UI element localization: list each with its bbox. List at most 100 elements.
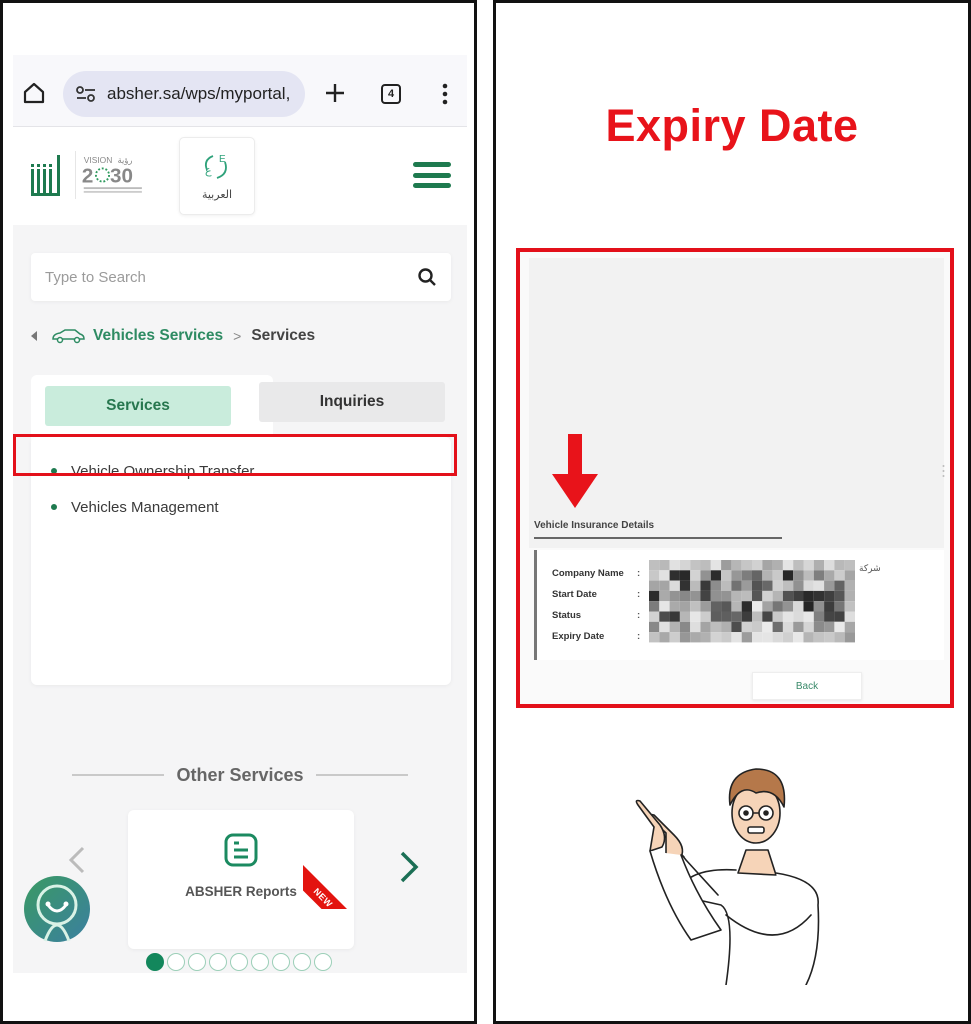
mosaic-cell [700,611,711,622]
mosaic-cell [772,632,783,643]
new-badge-label: NEW [311,886,335,909]
mosaic-cell [813,570,825,581]
chatbot-assistant-icon[interactable] [23,875,91,943]
mosaic-cell [752,580,763,591]
chevron-right-icon[interactable] [397,850,421,884]
hamburger-menu-icon[interactable] [413,162,451,188]
mosaic-cell [741,590,752,602]
mosaic-cell [669,570,680,581]
mosaic-cell [731,632,742,643]
tab-inquiries[interactable]: Inquiries [259,382,445,422]
mosaic-cell [793,632,804,643]
mosaic-cell [690,590,701,602]
mosaic-cell [813,560,825,571]
other-services-header: Other Services [13,763,467,787]
mosaic-cell [813,580,825,591]
mosaic-cell [741,632,752,643]
insurance-details-title: Vehicle Insurance Details [534,520,655,531]
mosaic-cell [844,590,855,602]
mosaic-cell [762,580,773,591]
tab-services[interactable]: Services [45,386,231,426]
pager-dot[interactable] [251,953,269,971]
browser-toolbar: absher.sa/wps/myportal, 4 [13,55,467,127]
pager-dot[interactable] [293,953,311,971]
divider [315,774,408,776]
mosaic-cell [741,601,752,612]
mosaic-cell [772,590,783,602]
mosaic-cell [834,611,845,622]
site-settings-icon[interactable] [75,85,97,103]
breadcrumb: Vehicles Services > Services [31,325,315,347]
mosaic-cell [813,632,825,643]
more-vert-icon[interactable] [439,83,451,105]
mosaic-cell [793,580,804,591]
mosaic-cell [669,590,680,602]
home-icon[interactable] [22,81,46,105]
mosaic-cell [762,601,773,612]
detail-label: Status [552,610,582,621]
detail-label: Company Name [552,568,624,579]
absher-logo[interactable] [29,153,67,197]
pager-dot[interactable] [230,953,248,971]
insurance-details-frame: Vehicle Insurance Details Company Name: … [516,248,954,708]
mosaic-cell [844,570,855,581]
pager-dot[interactable] [188,953,206,971]
mosaic-cell [669,632,680,643]
mosaic-cell [710,560,722,571]
mosaic-cell [844,580,855,591]
mosaic-cell [782,580,794,591]
pager-dot[interactable] [209,953,227,971]
mosaic-cell [669,601,680,612]
title-underline [534,537,782,539]
language-toggle-button[interactable]: E ع العربية [179,137,255,215]
mosaic-cell [649,601,660,612]
mosaic-cell [690,580,701,591]
mosaic-cell [793,590,804,602]
detail-label: Expiry Date [552,631,605,642]
mosaic-cell [741,611,752,622]
mosaic-cell [782,601,794,612]
mosaic-cell [731,560,742,571]
mosaic-cell [690,621,701,633]
pager-dot[interactable] [272,953,290,971]
mosaic-cell [700,590,711,602]
redacted-values-mosaic [649,560,855,643]
chevron-left-icon[interactable] [65,845,89,875]
search-input[interactable] [45,268,417,286]
mosaic-cell [659,632,670,643]
highlight-box-vehicles-management [13,434,457,476]
pager-dot[interactable] [314,953,332,971]
search-field[interactable] [31,253,451,301]
mosaic-cell [679,590,691,602]
mosaic-cell [752,560,763,571]
mosaic-cell [679,601,691,612]
pager-dot[interactable] [167,953,185,971]
breadcrumb-back-icon[interactable] [31,331,37,341]
service-item-vehicles-management[interactable]: Vehicles Management [51,495,219,519]
svg-text:رؤية: رؤية [118,155,133,165]
mosaic-cell [782,611,794,622]
mosaic-cell [834,632,845,643]
mosaic-cell [679,580,691,591]
mosaic-cell [762,632,773,643]
mosaic-cell [669,621,680,633]
mosaic-cell [659,601,670,612]
plus-icon[interactable] [323,81,347,105]
back-button[interactable]: Back [752,672,862,700]
mosaic-cell [824,621,835,633]
mosaic-cell [752,632,763,643]
search-icon[interactable] [417,267,437,287]
mosaic-cell [679,621,691,633]
mosaic-cell [700,570,711,581]
address-bar[interactable]: absher.sa/wps/myportal, [63,71,305,117]
mosaic-cell [793,611,804,622]
divider [72,774,165,776]
mosaic-cell [710,601,722,612]
mosaic-cell [834,560,845,571]
mosaic-cell [782,570,794,581]
mosaic-cell [772,580,783,591]
breadcrumb-vehicles-services[interactable]: Vehicles Services [93,327,223,345]
pager-dot[interactable] [146,953,164,971]
vision-2030-logo: VISION رؤية 2 30 [75,151,142,199]
tab-switcher-button[interactable]: 4 [381,84,401,104]
